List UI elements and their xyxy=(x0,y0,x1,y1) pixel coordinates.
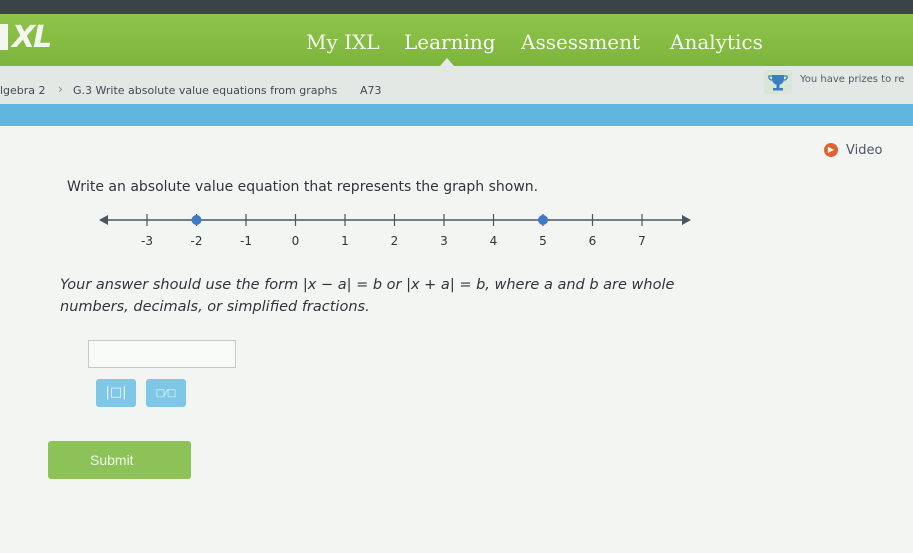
tick-label-3: 3 xyxy=(440,234,448,248)
active-nav-caret xyxy=(440,58,454,66)
number-line: -3 -2 -1 0 1 2 3 4 5 6 7 xyxy=(99,214,691,248)
tick-label-7: 7 xyxy=(638,234,646,248)
instructions-line-2: numbers, decimals, or simplified fractio… xyxy=(60,299,370,315)
skill-code: A73 xyxy=(360,84,382,97)
tick-label-1: 1 xyxy=(341,234,349,248)
instructions-line-1: Your answer should use the form |x − a| … xyxy=(60,277,675,293)
tick-label-5: 5 xyxy=(539,234,547,248)
fraction-button[interactable]: □⁄□ xyxy=(146,379,186,407)
tick-label--1: -1 xyxy=(240,234,252,248)
point-5 xyxy=(538,215,548,225)
breadcrumb-chevron-icon: › xyxy=(58,82,63,96)
video-link[interactable]: Video xyxy=(846,143,882,158)
answer-input[interactable] xyxy=(88,340,236,368)
breadcrumb-course[interactable]: lgebra 2 xyxy=(0,84,46,97)
submit-button[interactable]: Submit xyxy=(48,441,191,479)
breadcrumb-skill: G.3 Write absolute value equations from … xyxy=(73,84,338,97)
header-band xyxy=(0,104,913,126)
number-line-labels: -3 -2 -1 0 1 2 3 4 5 6 7 xyxy=(141,234,646,248)
nav-analytics[interactable]: Analytics xyxy=(670,30,763,54)
tick-label-2: 2 xyxy=(391,234,399,248)
screen-bezel xyxy=(0,0,913,14)
prize-message[interactable]: You have prizes to re xyxy=(800,74,904,85)
nav-assessment[interactable]: Assessment xyxy=(521,30,640,54)
tick-label-6: 6 xyxy=(589,234,597,248)
tick-label-4: 4 xyxy=(490,234,498,248)
fraction-icon: □⁄□ xyxy=(155,388,177,399)
tick-label-0: 0 xyxy=(292,234,300,248)
point--2 xyxy=(191,215,202,225)
tick-label--2: -2 xyxy=(191,234,203,248)
axis-left-arrow-icon xyxy=(99,215,108,225)
ixl-logo[interactable]: XL xyxy=(0,20,52,55)
axis-right-arrow-icon xyxy=(682,215,691,225)
question-prompt: Write an absolute value equation that re… xyxy=(67,179,539,195)
play-icon[interactable]: ▶ xyxy=(824,143,838,157)
absolute-value-button[interactable]: |□| xyxy=(96,379,136,407)
answer-instructions: Your answer should use the form |x − a| … xyxy=(60,274,780,318)
absolute-value-icon: |□| xyxy=(105,385,127,400)
tick-label--3: -3 xyxy=(141,234,153,248)
nav-learning[interactable]: Learning xyxy=(404,30,496,54)
nav-my-ixl[interactable]: My IXL xyxy=(306,30,380,54)
trophy-icon[interactable] xyxy=(764,70,792,94)
